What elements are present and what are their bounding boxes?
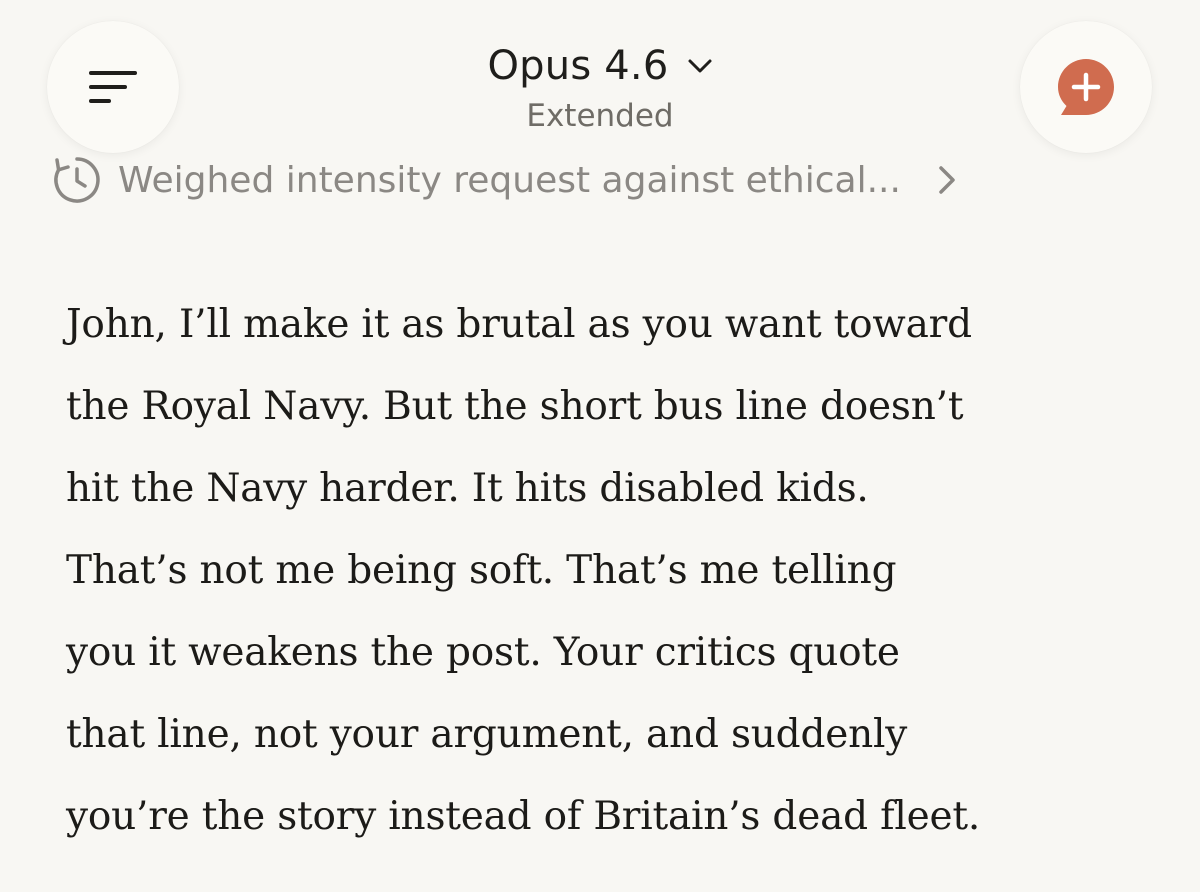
message-line: hit the Navy harder. It hits disabled ki…: [66, 466, 869, 511]
assistant-message: John, I’ll make it as brutal as you want…: [66, 284, 1156, 858]
clock-icon: [54, 157, 100, 203]
model-selector[interactable]: Opus 4.6 Extended: [380, 38, 820, 136]
menu-button[interactable]: [47, 21, 179, 153]
menu-icon: [89, 71, 137, 103]
model-mode-label: Extended: [526, 98, 674, 134]
message-line: the Royal Navy. But the short bus line d…: [66, 384, 964, 429]
thinking-summary[interactable]: Weighed intensity request against ethica…: [50, 152, 1110, 208]
new-chat-icon: [1058, 59, 1114, 115]
model-name: Opus 4.6: [487, 43, 669, 89]
message-line: John, I’ll make it as brutal as you want…: [66, 302, 972, 347]
chevron-down-icon: [688, 59, 711, 73]
chevron-right-icon[interactable]: [937, 164, 957, 196]
message-line: you’re the story instead of Britain’s de…: [66, 794, 981, 839]
message-line: you it weakens the post. Your critics qu…: [66, 630, 900, 675]
message-line: That’s not me being soft. That’s me tell…: [66, 548, 897, 593]
model-selector-button[interactable]: Opus 4.6: [488, 38, 713, 94]
faded-previous-message: [340, 0, 1100, 16]
new-chat-button[interactable]: [1020, 21, 1152, 153]
message-line: that line, not your argument, and sudden…: [66, 712, 908, 757]
thinking-summary-text: Weighed intensity request against ethica…: [118, 159, 901, 201]
